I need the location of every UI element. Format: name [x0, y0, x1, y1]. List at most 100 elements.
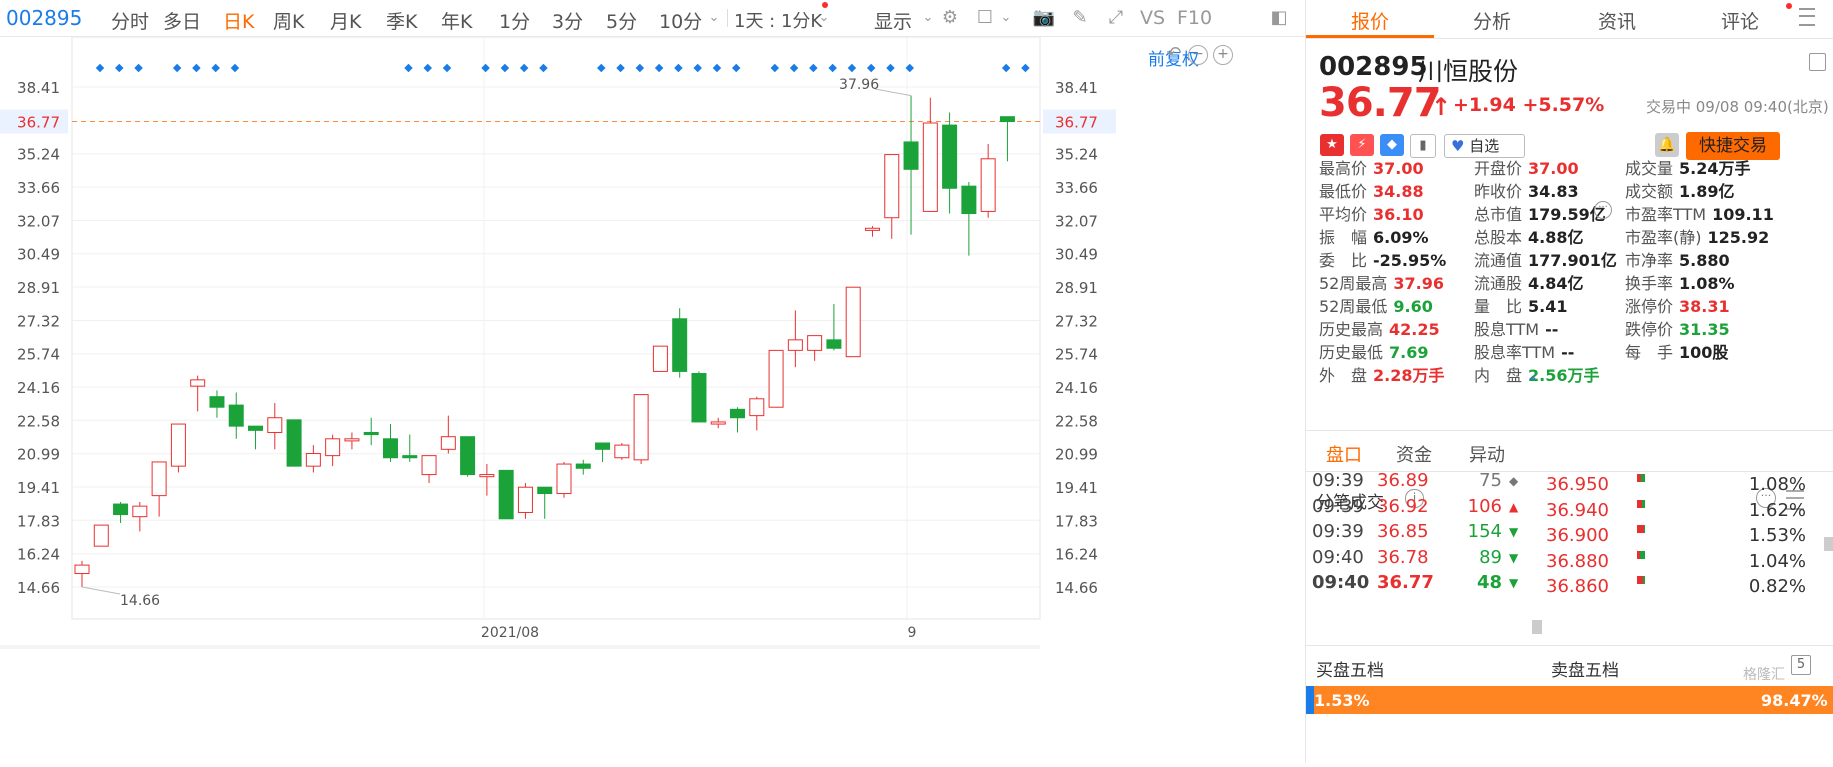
stat-value: 100股 [1679, 343, 1729, 362]
candle-body [93, 524, 109, 547]
level-bar-red [1637, 525, 1644, 533]
event-marker [809, 63, 818, 73]
zoom-in-icon[interactable]: + [1213, 45, 1233, 65]
tick-price: 36.89 [1377, 470, 1429, 491]
sidebar-toggle-icon[interactable]: ◧ [1267, 6, 1291, 30]
candle-body [768, 349, 784, 408]
event-marker [712, 63, 722, 73]
level-percent: 1.53% [1748, 525, 1806, 546]
candle-body [517, 486, 533, 513]
tab-3min[interactable]: 3分 [552, 7, 583, 34]
event-marker [616, 63, 625, 73]
tick-direction-icon: ▼ [1509, 550, 1519, 565]
settings-gear-icon[interactable]: ⚙ [938, 6, 962, 30]
y-tick-label-right: 33.66 [1055, 179, 1098, 197]
camera-icon[interactable]: 📷 [1032, 6, 1056, 30]
level-percent: 1.62% [1748, 499, 1806, 521]
stat-value: 1.89亿 [1679, 182, 1735, 201]
candle-body [421, 455, 437, 476]
tab-10min[interactable]: 10分 [659, 7, 702, 34]
chevron-down-icon[interactable]: ⌄ [916, 6, 940, 30]
stat-item: 委 比 -25.95% [1319, 247, 1446, 271]
y-tick-label-right: 25.74 [1055, 346, 1098, 364]
stat-item: 总市值 179.59亿 [1474, 201, 1606, 225]
detail-icon[interactable] [1809, 53, 1826, 71]
chevron-down-icon[interactable]: ⌄ [812, 6, 836, 30]
y-tick-label-left: 30.49 [17, 246, 60, 264]
stat-value: 38.31 [1679, 297, 1730, 316]
tab-5min[interactable]: 5分 [606, 7, 637, 34]
level-price: 36.900 [1546, 525, 1609, 546]
price-level-row: 36.860 0.82% [1546, 576, 1833, 601]
five-level-toggle[interactable]: 5 [1791, 655, 1811, 675]
stat-value: 5.880 [1679, 251, 1730, 270]
chevron-down-icon[interactable]: ⌄ [702, 6, 726, 30]
event-marker [693, 63, 702, 73]
price-level-row: 36.950 1.08% [1546, 474, 1833, 499]
display-button[interactable]: 显示 [874, 7, 912, 34]
tab-daily-k[interactable]: 日K [223, 7, 254, 34]
more-icon[interactable]: ··· [1594, 201, 1612, 219]
menu-icon[interactable] [1799, 8, 1815, 26]
event-marker [597, 63, 606, 73]
stat-item: 历史最高 42.25 [1319, 316, 1440, 340]
candle-body [363, 431, 379, 436]
stat-label: 振 幅 [1319, 228, 1368, 247]
tab-timeshare[interactable]: 分时 [111, 7, 149, 34]
tab-news[interactable]: 资讯 [1598, 7, 1636, 34]
stat-label: 历史最低 [1319, 343, 1384, 362]
buy-ratio-text: 1.53% [1314, 691, 1370, 710]
stat-item: 流通股 4.84亿 [1474, 270, 1584, 294]
tab-movement[interactable]: 异动 [1469, 441, 1505, 467]
tab-comments[interactable]: 评论 [1721, 7, 1759, 34]
tab-quote[interactable]: 报价 [1351, 7, 1389, 34]
event-marker [1001, 63, 1011, 73]
stat-label: 流通值 [1474, 251, 1523, 270]
y-tick-label-left: 25.74 [17, 346, 60, 364]
arrow-up-icon: ↑ [1431, 93, 1452, 121]
tick-row: 09:39 36.92 106 ▲ [1312, 496, 1542, 520]
chevron-up-icon[interactable]: ⌃ [1526, 373, 1539, 392]
pencil-icon[interactable]: ✎ [1068, 6, 1092, 30]
period-select[interactable]: 1天 : 1分K [734, 7, 822, 33]
bell-icon[interactable]: 🔔 [1655, 133, 1679, 157]
event-marker [404, 63, 413, 73]
chevron-down-icon[interactable]: ⌄ [994, 6, 1018, 30]
stat-item: 历史最低 7.69 [1319, 339, 1429, 363]
tab-quarterly-k[interactable]: 季K [386, 7, 417, 34]
y-tick-label-left: 22.58 [17, 412, 60, 430]
candle-body [691, 373, 707, 423]
tab-weekly-k[interactable]: 周K [273, 7, 304, 34]
tab-multiday[interactable]: 多日 [163, 7, 201, 34]
candle-body [113, 503, 129, 516]
zoom-out-icon[interactable]: − [1188, 45, 1208, 65]
stat-label: 总股本 [1474, 228, 1523, 247]
buy-sell-ratio-bar: 1.53% 98.47% [1306, 686, 1833, 714]
candle-body [710, 421, 726, 425]
tab-1min[interactable]: 1分 [499, 7, 530, 34]
tick-time: 09:39 [1312, 495, 1364, 517]
tab-monthly-k[interactable]: 月K [330, 7, 361, 34]
tick-scrollbar[interactable] [1532, 620, 1542, 634]
f10-button[interactable]: F10 [1177, 7, 1212, 29]
bottom-strip [0, 645, 1040, 649]
tab-fund-flow[interactable]: 资金 [1396, 441, 1432, 467]
level-scrollbar[interactable] [1824, 537, 1833, 551]
undo-icon[interactable]: ↶ [1165, 45, 1183, 63]
tab-order-book[interactable]: 盘口 [1326, 441, 1362, 467]
event-marker [635, 63, 645, 73]
tab-analysis[interactable]: 分析 [1473, 7, 1511, 34]
fullscreen-icon[interactable]: ⤢ [1104, 6, 1128, 30]
low-annotation-line [81, 586, 121, 595]
y-tick-label-left: 32.07 [17, 212, 60, 230]
stock-code-link[interactable]: 002895 [6, 6, 82, 30]
stat-value: 177.901亿 [1528, 251, 1617, 270]
vs-button[interactable]: VS [1140, 7, 1165, 29]
kline-chart[interactable]: 38.41 38.41 36.77 36.77 35.24 35.24 33.66 33.66… [0, 36, 1305, 763]
tab-yearly-k[interactable]: 年K [441, 7, 472, 34]
y-tick-label-left: 17.83 [17, 512, 60, 530]
y-tick-label-right: 20.99 [1055, 446, 1098, 464]
event-marker [866, 63, 876, 73]
candle-body [614, 444, 630, 459]
price-change: +1.94 +5.57% [1453, 94, 1604, 116]
